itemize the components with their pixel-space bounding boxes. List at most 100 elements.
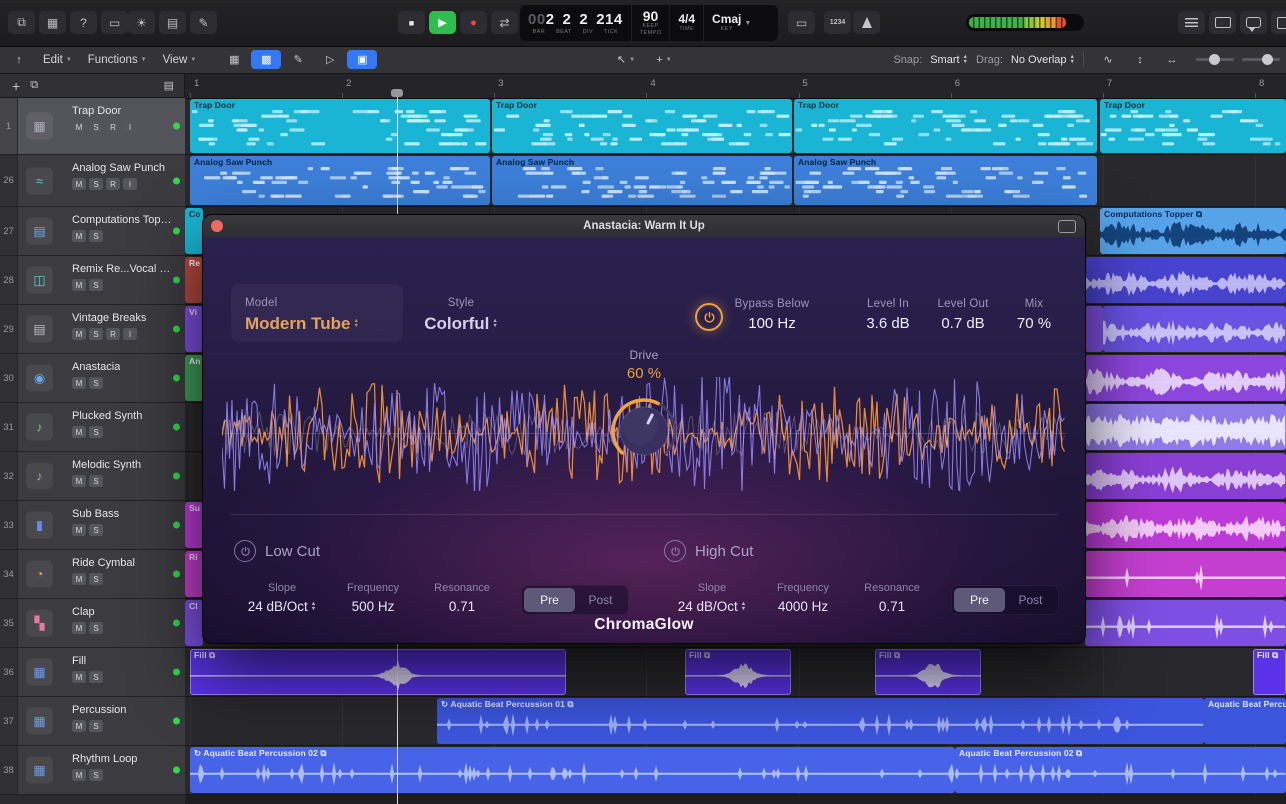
- track-header-vintage-breaks[interactable]: 29▤Vintage BreaksMSRI: [0, 305, 185, 354]
- region-computations-topper[interactable]: Computations Topper ⧉: [1100, 208, 1286, 254]
- track-header-ride-cymbal[interactable]: 34◔Ride CymbalMS: [0, 550, 185, 599]
- grid-icon[interactable]: ▦: [219, 50, 249, 69]
- drag-select[interactable]: No Overlap▲▼: [1011, 54, 1075, 66]
- menu-view[interactable]: View▼: [155, 54, 205, 66]
- vertical-zoom-slider[interactable]: [1242, 58, 1280, 61]
- track-m-button[interactable]: M: [72, 671, 86, 683]
- lowcut-pre-button[interactable]: Pre: [524, 588, 575, 612]
- region-trap-door[interactable]: Trap Door: [794, 99, 1097, 153]
- slider-handle[interactable]: [1262, 54, 1273, 65]
- screens-icon[interactable]: [1209, 11, 1236, 34]
- track-m-button[interactable]: M: [72, 377, 86, 389]
- track-s-button[interactable]: S: [89, 524, 103, 536]
- highcut-pre-button[interactable]: Pre: [954, 588, 1005, 612]
- plugin-titlebar[interactable]: Anastacia: Warm It Up: [203, 215, 1085, 238]
- track-i-button[interactable]: I: [123, 328, 137, 340]
- audio-region[interactable]: [1085, 306, 1103, 352]
- hide-advanced-icon[interactable]: ↑: [4, 50, 34, 69]
- region-trap-door[interactable]: Trap Door: [190, 99, 490, 153]
- track-r-button[interactable]: R: [106, 121, 120, 133]
- audio-region[interactable]: [1085, 355, 1286, 401]
- secondary-tool-button[interactable]: +▼: [649, 50, 679, 69]
- track-s-button[interactable]: S: [89, 230, 103, 242]
- track-r-button[interactable]: R: [106, 178, 120, 190]
- highcut-resonance-control[interactable]: Resonance 0.71: [851, 582, 933, 614]
- style-selector[interactable]: Style Colorful▲▼: [399, 297, 523, 334]
- track-s-button[interactable]: S: [89, 377, 103, 389]
- track-m-button[interactable]: M: [72, 573, 86, 585]
- display-icon[interactable]: ▭: [101, 11, 128, 34]
- duplicate-track-button[interactable]: ⧉: [30, 79, 38, 92]
- audio-region[interactable]: [1103, 306, 1286, 352]
- link-icon[interactable]: [1058, 220, 1076, 233]
- track-m-button[interactable]: M: [72, 622, 86, 634]
- dim-display-icon[interactable]: ☀: [128, 11, 155, 34]
- audio-region[interactable]: [1085, 453, 1286, 499]
- track-m-button[interactable]: M: [72, 279, 86, 291]
- vertical-zoom-icon[interactable]: ↕: [1125, 50, 1155, 69]
- region-aquatic-beat-percussion-02[interactable]: ↻ Aquatic Beat Percussion 02 ⧉: [190, 747, 955, 793]
- region-analog-saw-punch[interactable]: Analog Saw Punch: [190, 156, 490, 205]
- region-trap-door[interactable]: Trap Door: [1100, 99, 1286, 153]
- track-header-sub-bass[interactable]: 33▮Sub BassMS: [0, 501, 185, 550]
- track-r-button[interactable]: R: [106, 328, 120, 340]
- draw-icon[interactable]: ✎: [283, 50, 313, 69]
- menu-edit[interactable]: Edit▼: [35, 54, 80, 66]
- cycle-button[interactable]: ⇄: [491, 11, 518, 34]
- audio-region[interactable]: [1085, 257, 1286, 303]
- play-button[interactable]: ▶: [429, 11, 456, 34]
- snap-select[interactable]: Smart▲▼: [930, 54, 968, 66]
- ruler[interactable]: 12345678: [185, 74, 1286, 99]
- track-header-percussion[interactable]: 37▦PercussionMS: [0, 697, 185, 746]
- region-fill[interactable]: Fill ⧉: [1253, 649, 1286, 695]
- help-icon[interactable]: ?: [70, 11, 97, 34]
- track-m-button[interactable]: M: [72, 121, 86, 133]
- list-icon[interactable]: [1178, 11, 1205, 34]
- track-s-button[interactable]: S: [89, 328, 103, 340]
- region-trap-door[interactable]: Trap Door: [492, 99, 792, 153]
- region-fill[interactable]: Fill ⧉: [875, 649, 981, 695]
- highcut-frequency-control[interactable]: Frequency 4000 Hz: [753, 582, 853, 614]
- track-header-analog-saw-punch[interactable]: 26≈Analog Saw PunchMSRI: [0, 155, 185, 207]
- windows-icon[interactable]: ⧉: [8, 11, 35, 34]
- menu-functions[interactable]: Functions▼: [80, 54, 155, 66]
- region-analog-saw-punch[interactable]: Analog Saw Punch: [794, 156, 1097, 205]
- track-header-anastacia[interactable]: 30◉AnastaciaMS: [0, 354, 185, 403]
- display-mode-icon[interactable]: ▭: [788, 11, 815, 34]
- pointer-tool-button[interactable]: ↖▼: [611, 50, 641, 69]
- stepper-icon[interactable]: ▲▼: [741, 602, 746, 612]
- stepper-icon[interactable]: ▲▼: [492, 319, 497, 329]
- master-volume-meter[interactable]: [966, 14, 1084, 31]
- track-header-trap-door[interactable]: 1▦Trap DoorMSRI: [0, 98, 185, 155]
- level-in-control[interactable]: Level In 3.6 dB: [850, 298, 926, 332]
- bypass-below-control[interactable]: Bypass Below 100 Hz: [713, 298, 831, 332]
- audio-region[interactable]: [1085, 404, 1286, 450]
- track-header-computations-topper[interactable]: 27▤Computations TopperMS: [0, 207, 185, 256]
- track-header-fill[interactable]: 36▦FillMS: [0, 648, 185, 697]
- lcd-tempo[interactable]: 90 KEEP TEMPO: [632, 5, 671, 41]
- add-track-button[interactable]: +: [12, 78, 20, 94]
- panel-toggle-icon[interactable]: [1271, 11, 1286, 34]
- track-m-button[interactable]: M: [72, 328, 86, 340]
- region-an[interactable]: An: [185, 355, 203, 401]
- track-s-button[interactable]: S: [89, 573, 103, 585]
- metronome-button[interactable]: [853, 11, 880, 34]
- lcd-key[interactable]: Cmaj KEY ▼: [704, 5, 759, 41]
- flag-icon[interactable]: ▷: [315, 50, 345, 69]
- track-m-button[interactable]: M: [72, 769, 86, 781]
- region-aquatic-beat-percussion-01[interactable]: ↻ Aquatic Beat Percussion 01 ⧉: [437, 698, 1204, 744]
- track-s-button[interactable]: S: [89, 426, 103, 438]
- midi-in-icon[interactable]: ▣: [347, 50, 377, 69]
- track-header-clap[interactable]: 35▚ClapMS: [0, 599, 185, 648]
- region-cl[interactable]: Cl: [185, 600, 203, 646]
- mixer-icon[interactable]: ▦: [39, 11, 66, 34]
- horizontal-zoom-slider[interactable]: [1196, 58, 1234, 61]
- horizontal-zoom-icon[interactable]: ↔: [1157, 50, 1187, 69]
- slider-handle[interactable]: [1209, 54, 1220, 65]
- stop-button[interactable]: ■: [398, 11, 425, 34]
- track-sort-button[interactable]: ▤: [164, 79, 174, 92]
- list-edit-icon[interactable]: ▩: [251, 50, 281, 69]
- track-s-button[interactable]: S: [89, 622, 103, 634]
- region-co[interactable]: Co: [185, 208, 203, 254]
- pencil-icon[interactable]: ✎: [190, 11, 217, 34]
